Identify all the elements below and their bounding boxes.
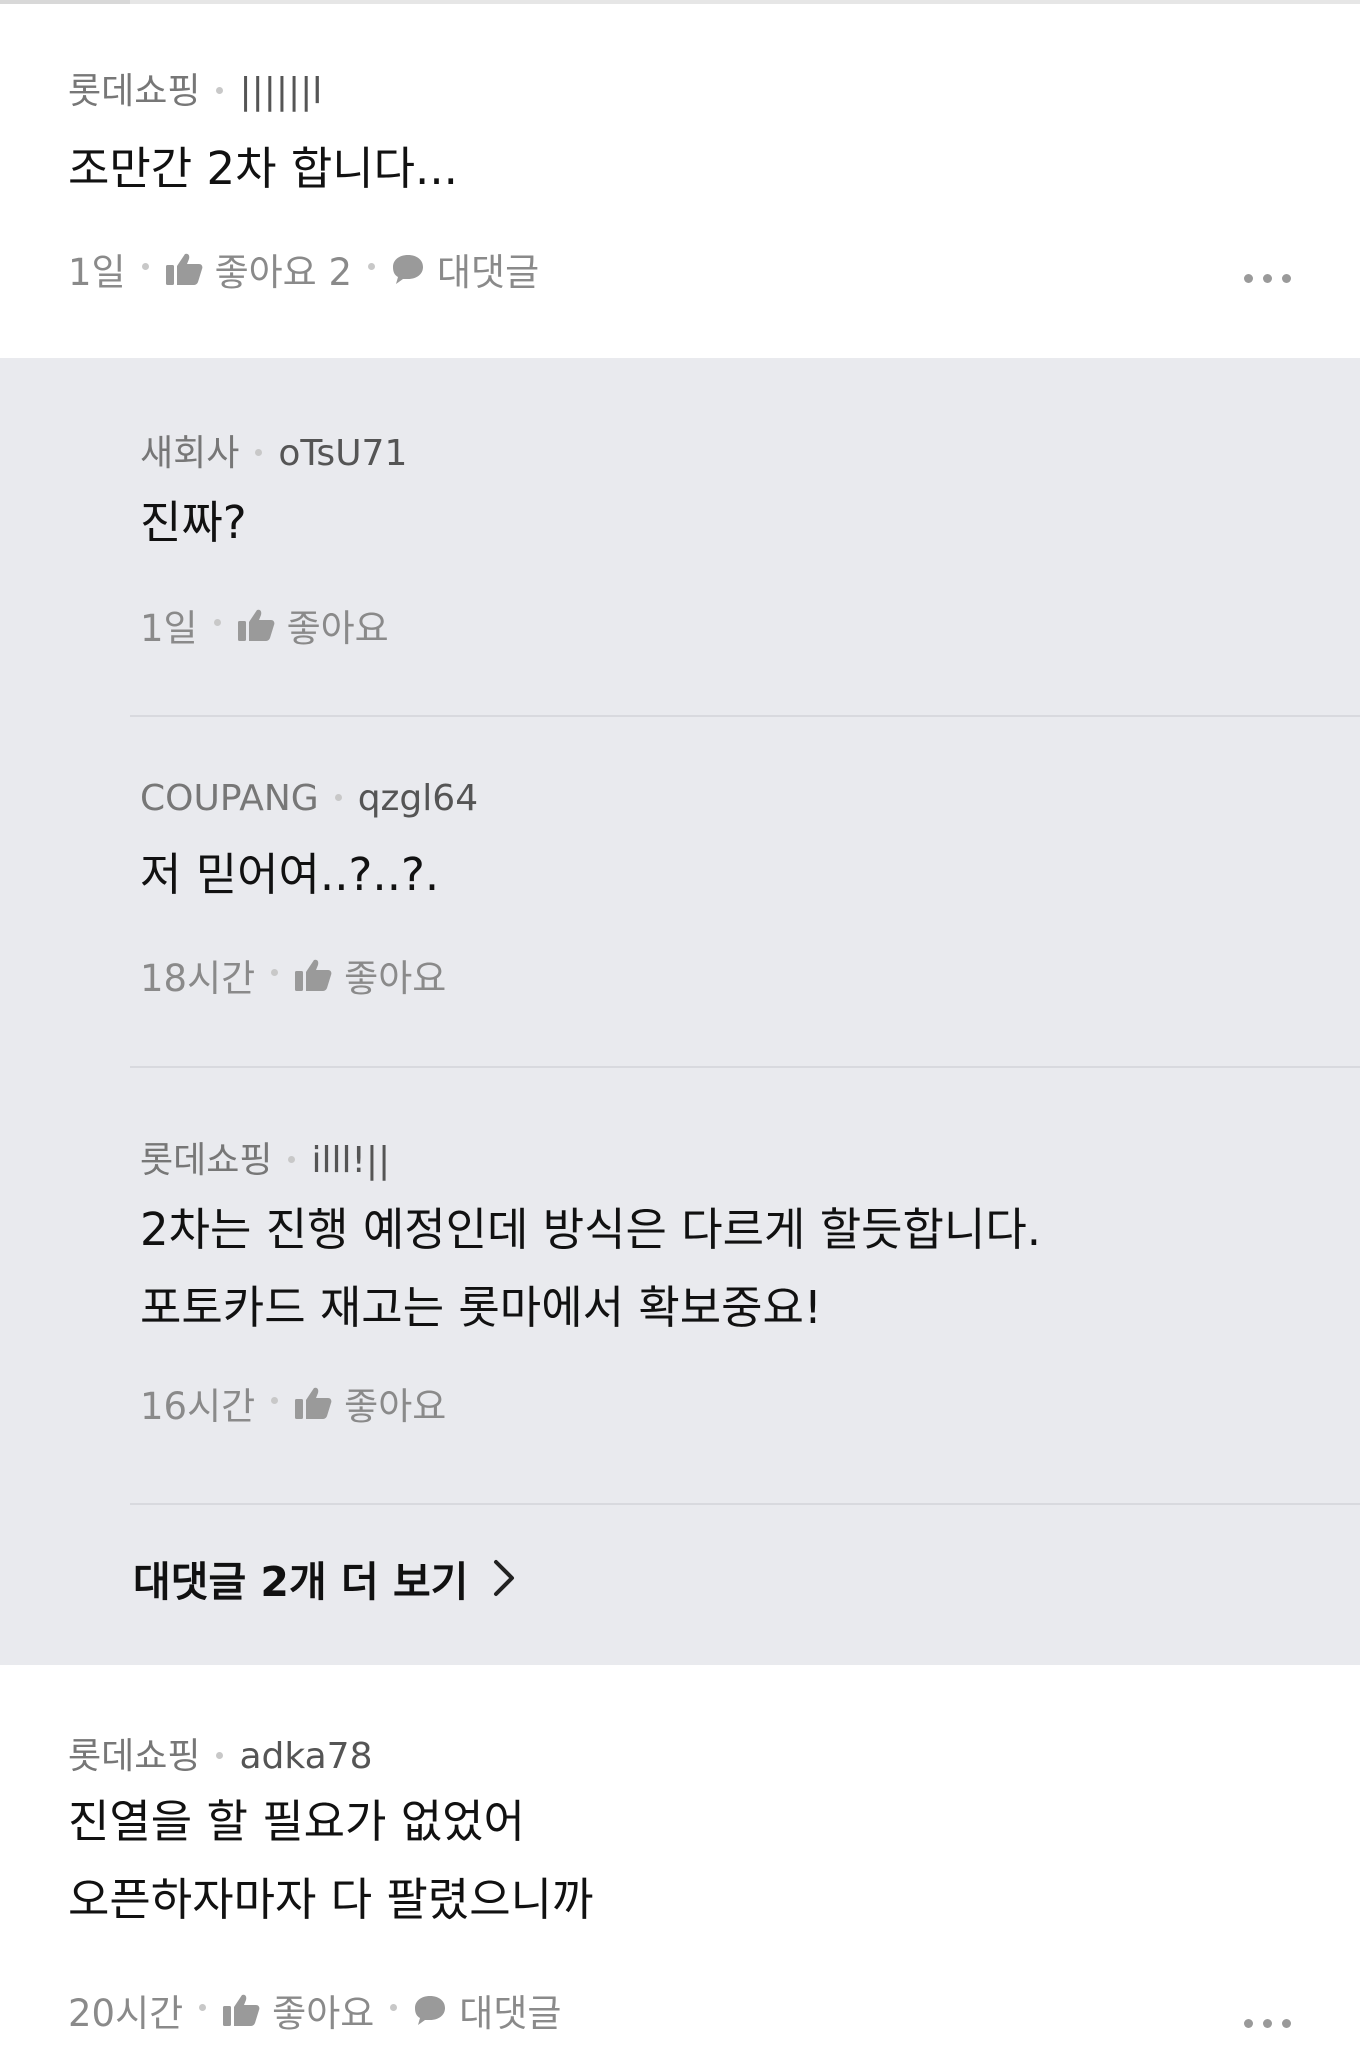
like-button[interactable]: 좋아요 xyxy=(222,1983,374,2037)
reply-divider xyxy=(130,1066,1360,1068)
like-label: 좋아요 xyxy=(344,957,447,1000)
comment-time: 20시간 xyxy=(68,1992,184,2035)
reply-source: 새회사 xyxy=(140,433,240,474)
top-divider xyxy=(0,0,1360,4)
reply-section: 새회사 oTsU71 진짜? 1일 좋아요 COUPANG qzgl64 저 믿어여… xyxy=(0,358,1360,1665)
reply-time: 1일 xyxy=(140,607,198,650)
reply-divider xyxy=(130,715,1360,717)
reply-body: 2차는 진행 예정인데 방식은 다르게 할듯합니다. 포토카드 재고는 롯마에서… xyxy=(140,1191,1041,1347)
reply-author: qzgl64 xyxy=(357,778,479,819)
separator-dot xyxy=(199,2003,207,2011)
reply-button[interactable]: 대댓글 xyxy=(391,242,539,296)
reply-line: 포토카드 재고는 롯마에서 확보중요! xyxy=(140,1281,822,1334)
comment-line: 조만간 2차 합니다... xyxy=(68,142,458,195)
more-dots-icon[interactable] xyxy=(1244,2019,1291,2028)
like-label: 좋아요 xyxy=(286,607,389,650)
speech-bubble-icon xyxy=(415,1996,446,2025)
comment-author: ||||||l xyxy=(239,71,323,112)
separator-dot xyxy=(216,1751,224,1759)
reply-item: 새회사 oTsU71 진짜? 1일 좋아요 xyxy=(140,424,1240,650)
comment-item: 롯데쇼핑 ||||||l 조만간 2차 합니다... 1일 좋아요 2 대댓글 xyxy=(68,62,1308,312)
reply-button[interactable]: 대댓글 xyxy=(413,1983,561,2037)
reply-item: 롯데쇼핑 illl!|| 2차는 진행 예정인데 방식은 다르게 할듯합니다. 포… xyxy=(140,1131,1290,1428)
chevron-right-icon xyxy=(494,1560,515,1596)
separator-dot xyxy=(255,448,263,456)
more-replies-label: 대댓글 2개 더 보기 xyxy=(133,1558,469,1606)
reply-label: 대댓글 xyxy=(459,1992,562,2035)
comment-source: 롯데쇼핑 xyxy=(68,1736,201,1777)
comment-author: adka78 xyxy=(239,1736,373,1777)
comment-actions: 20시간 좋아요 대댓글 xyxy=(68,1983,561,2037)
reply-meta: 롯데쇼핑 illl!|| xyxy=(140,1131,390,1183)
reply-actions: 1일 좋아요 xyxy=(140,598,389,652)
comment-item: 롯데쇼핑 adka78 진열을 할 필요가 없었어 오픈하자마자 다 팔렸으니까 … xyxy=(68,1727,1308,2048)
comment-body: 조만간 2차 합니다... xyxy=(68,130,458,208)
reply-label: 대댓글 xyxy=(437,251,540,294)
thumbs-up-icon xyxy=(237,609,274,641)
thumbs-up-icon xyxy=(223,1994,260,2026)
comment-source: 롯데쇼핑 xyxy=(68,71,201,112)
reply-author: oTsU71 xyxy=(278,433,408,474)
reply-item: COUPANG qzgl64 저 믿어여..?..?. 18시간 좋아요 xyxy=(140,778,1240,1000)
reply-author: illl!|| xyxy=(311,1140,391,1181)
reply-actions: 18시간 좋아요 xyxy=(140,948,446,1002)
separator-dot xyxy=(390,2003,398,2011)
reply-body: 진짜? xyxy=(140,484,247,562)
comment-line: 오픈하자마자 다 팔렸으니까 xyxy=(68,1873,594,1926)
like-label: 좋아요 xyxy=(344,1385,447,1428)
reply-line: 2차는 진행 예정인데 방식은 다르게 할듯합니다. xyxy=(140,1203,1042,1256)
like-button[interactable]: 좋아요 2 xyxy=(165,242,352,296)
comment-time: 1일 xyxy=(68,251,126,294)
separator-dot xyxy=(141,262,149,270)
reply-meta: 새회사 oTsU71 xyxy=(140,424,407,476)
comment-meta: 롯데쇼핑 adka78 xyxy=(68,1727,372,1779)
comment-line: 진열을 할 필요가 없었어 xyxy=(68,1795,525,1848)
like-button[interactable]: 좋아요 xyxy=(294,948,446,1002)
thumbs-up-icon xyxy=(295,959,332,991)
like-label: 좋아요 xyxy=(272,1992,375,2035)
reply-source: COUPANG xyxy=(140,778,319,819)
thumbs-up-icon xyxy=(295,1387,332,1419)
separator-dot xyxy=(213,618,221,626)
separator-dot xyxy=(216,86,224,94)
speech-bubble-icon xyxy=(393,255,424,284)
reply-time: 16시간 xyxy=(140,1385,256,1428)
like-label: 좋아요 2 xyxy=(214,251,353,294)
more-replies-button[interactable]: 대댓글 2개 더 보기 xyxy=(133,1548,516,1608)
like-button[interactable]: 좋아요 xyxy=(237,598,389,652)
reply-divider xyxy=(130,1503,1360,1505)
separator-dot xyxy=(288,1155,296,1163)
comment-body: 진열을 할 필요가 없었어 오픈하자마자 다 팔렸으니까 xyxy=(68,1783,593,1939)
more-dots-icon[interactable] xyxy=(1244,274,1291,283)
separator-dot xyxy=(368,262,376,270)
comment-meta: 롯데쇼핑 ||||||l xyxy=(68,62,322,114)
separator-dot xyxy=(271,1396,279,1404)
separator-dot xyxy=(334,793,342,801)
separator-dot xyxy=(271,968,279,976)
reply-time: 18시간 xyxy=(140,957,256,1000)
reply-source: 롯데쇼핑 xyxy=(140,1140,273,1181)
comment-actions: 1일 좋아요 2 대댓글 xyxy=(68,242,539,296)
top-divider-segment xyxy=(0,0,130,4)
reply-actions: 16시간 좋아요 xyxy=(140,1376,446,1430)
thumbs-up-icon xyxy=(165,253,202,285)
reply-line: 저 믿어여..?..?. xyxy=(140,848,440,901)
reply-line: 진짜? xyxy=(140,496,247,549)
like-button[interactable]: 좋아요 xyxy=(294,1376,446,1430)
reply-meta: COUPANG qzgl64 xyxy=(140,778,478,819)
reply-body: 저 믿어여..?..?. xyxy=(140,836,439,914)
